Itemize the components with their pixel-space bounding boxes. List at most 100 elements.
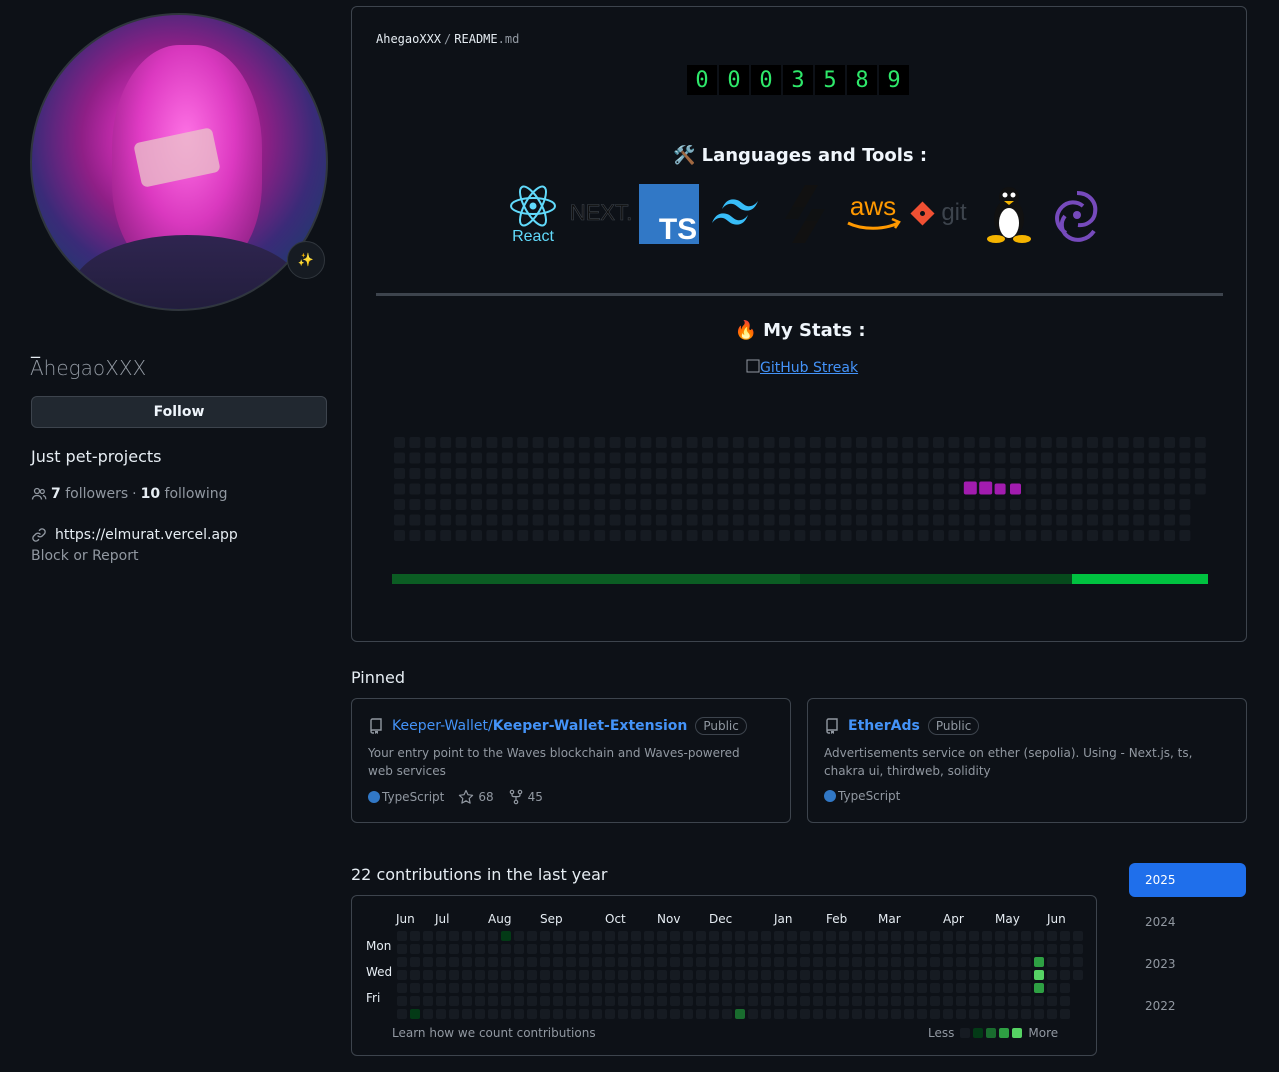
- contribution-day[interactable]: [1021, 944, 1031, 954]
- contribution-day[interactable]: [436, 957, 446, 967]
- contribution-day[interactable]: [891, 957, 901, 967]
- contribution-day[interactable]: [839, 1009, 849, 1019]
- repo-link[interactable]: EtherAds: [848, 718, 920, 734]
- contribution-day[interactable]: [592, 944, 602, 954]
- avatar[interactable]: [30, 13, 328, 311]
- contribution-day[interactable]: [696, 996, 706, 1006]
- contribution-day[interactable]: [475, 970, 485, 980]
- contribution-day[interactable]: [436, 970, 446, 980]
- contribution-day[interactable]: [852, 957, 862, 967]
- typescript-icon[interactable]: TS: [638, 183, 700, 245]
- contribution-day[interactable]: [566, 944, 576, 954]
- contribution-day[interactable]: [761, 931, 771, 941]
- contribution-day[interactable]: [527, 931, 537, 941]
- follow-button[interactable]: Follow: [31, 396, 327, 428]
- contribution-day[interactable]: [566, 983, 576, 993]
- aws-icon[interactable]: aws: [842, 183, 904, 245]
- contribution-day[interactable]: [1021, 931, 1031, 941]
- contribution-day[interactable]: [553, 1009, 563, 1019]
- contribution-day[interactable]: [969, 970, 979, 980]
- contribution-day[interactable]: [826, 996, 836, 1006]
- contribution-day[interactable]: [800, 957, 810, 967]
- contribution-day[interactable]: [943, 996, 953, 1006]
- contribution-day[interactable]: [787, 1009, 797, 1019]
- contribution-day[interactable]: [852, 996, 862, 1006]
- contribution-day[interactable]: [449, 957, 459, 967]
- tailwind-icon[interactable]: [706, 183, 768, 245]
- contribution-day[interactable]: [761, 970, 771, 980]
- contribution-day[interactable]: [527, 957, 537, 967]
- contribution-day[interactable]: [735, 931, 745, 941]
- contribution-day[interactable]: [631, 1009, 641, 1019]
- contribution-day[interactable]: [527, 1009, 537, 1019]
- contribution-day[interactable]: [748, 957, 758, 967]
- contribution-day[interactable]: [410, 1009, 420, 1019]
- contribution-day[interactable]: [605, 944, 615, 954]
- contribution-day[interactable]: [904, 944, 914, 954]
- contribution-day[interactable]: [527, 944, 537, 954]
- contribution-day[interactable]: [852, 983, 862, 993]
- contribution-day[interactable]: [982, 983, 992, 993]
- contribution-day[interactable]: [488, 996, 498, 1006]
- contribution-day[interactable]: [1047, 1009, 1057, 1019]
- contribution-day[interactable]: [1034, 1009, 1044, 1019]
- github-streak-image[interactable]: GitHub Streak: [746, 359, 858, 376]
- contribution-day[interactable]: [917, 983, 927, 993]
- contribution-day[interactable]: [891, 931, 901, 941]
- contribution-day[interactable]: [683, 970, 693, 980]
- contribution-day[interactable]: [943, 931, 953, 941]
- contribution-day[interactable]: [1060, 944, 1070, 954]
- git-icon[interactable]: git: [910, 183, 972, 245]
- contribution-day[interactable]: [670, 983, 680, 993]
- react-icon[interactable]: React: [502, 183, 564, 245]
- contribution-day[interactable]: [631, 970, 641, 980]
- contribution-day[interactable]: [748, 996, 758, 1006]
- contribution-day[interactable]: [579, 970, 589, 980]
- contribution-day[interactable]: [488, 1009, 498, 1019]
- contribution-day[interactable]: [514, 996, 524, 1006]
- contribution-day[interactable]: [709, 957, 719, 967]
- contribution-day[interactable]: [813, 970, 823, 980]
- contribution-day[interactable]: [501, 983, 511, 993]
- nextjs-icon[interactable]: NEXT.: [570, 183, 632, 245]
- contribution-day[interactable]: [956, 944, 966, 954]
- contribution-day[interactable]: [787, 983, 797, 993]
- contribution-day[interactable]: [995, 1009, 1005, 1019]
- contribution-day[interactable]: [761, 983, 771, 993]
- contribution-day[interactable]: [579, 944, 589, 954]
- contribution-day[interactable]: [917, 1009, 927, 1019]
- contribution-day[interactable]: [761, 1009, 771, 1019]
- year-button-2022[interactable]: 2022: [1129, 989, 1246, 1023]
- contribution-day[interactable]: [722, 957, 732, 967]
- contribution-day[interactable]: [1060, 983, 1070, 993]
- contribution-day[interactable]: [735, 1009, 745, 1019]
- contribution-day[interactable]: [631, 957, 641, 967]
- contribution-day[interactable]: [670, 931, 680, 941]
- contribution-day[interactable]: [410, 983, 420, 993]
- contribution-day[interactable]: [1008, 983, 1018, 993]
- contribution-day[interactable]: [891, 996, 901, 1006]
- contribution-day[interactable]: [553, 944, 563, 954]
- contribution-day[interactable]: [410, 931, 420, 941]
- year-button-2025[interactable]: 2025: [1129, 863, 1246, 897]
- contribution-day[interactable]: [579, 931, 589, 941]
- contribution-day[interactable]: [943, 983, 953, 993]
- contribution-day[interactable]: [488, 970, 498, 980]
- contribution-day[interactable]: [969, 1009, 979, 1019]
- contribution-day[interactable]: [449, 931, 459, 941]
- contribution-day[interactable]: [527, 983, 537, 993]
- forks-link[interactable]: 45: [508, 789, 543, 805]
- contribution-day[interactable]: [735, 983, 745, 993]
- contribution-day[interactable]: [904, 957, 914, 967]
- contribution-day[interactable]: [1021, 957, 1031, 967]
- contribution-day[interactable]: [696, 970, 706, 980]
- contribution-day[interactable]: [904, 970, 914, 980]
- contribution-day[interactable]: [644, 957, 654, 967]
- contribution-day[interactable]: [683, 983, 693, 993]
- contribution-day[interactable]: [592, 996, 602, 1006]
- contribution-day[interactable]: [631, 996, 641, 1006]
- contribution-day[interactable]: [592, 970, 602, 980]
- contribution-day[interactable]: [969, 983, 979, 993]
- contribution-day[interactable]: [540, 983, 550, 993]
- contribution-day[interactable]: [501, 944, 511, 954]
